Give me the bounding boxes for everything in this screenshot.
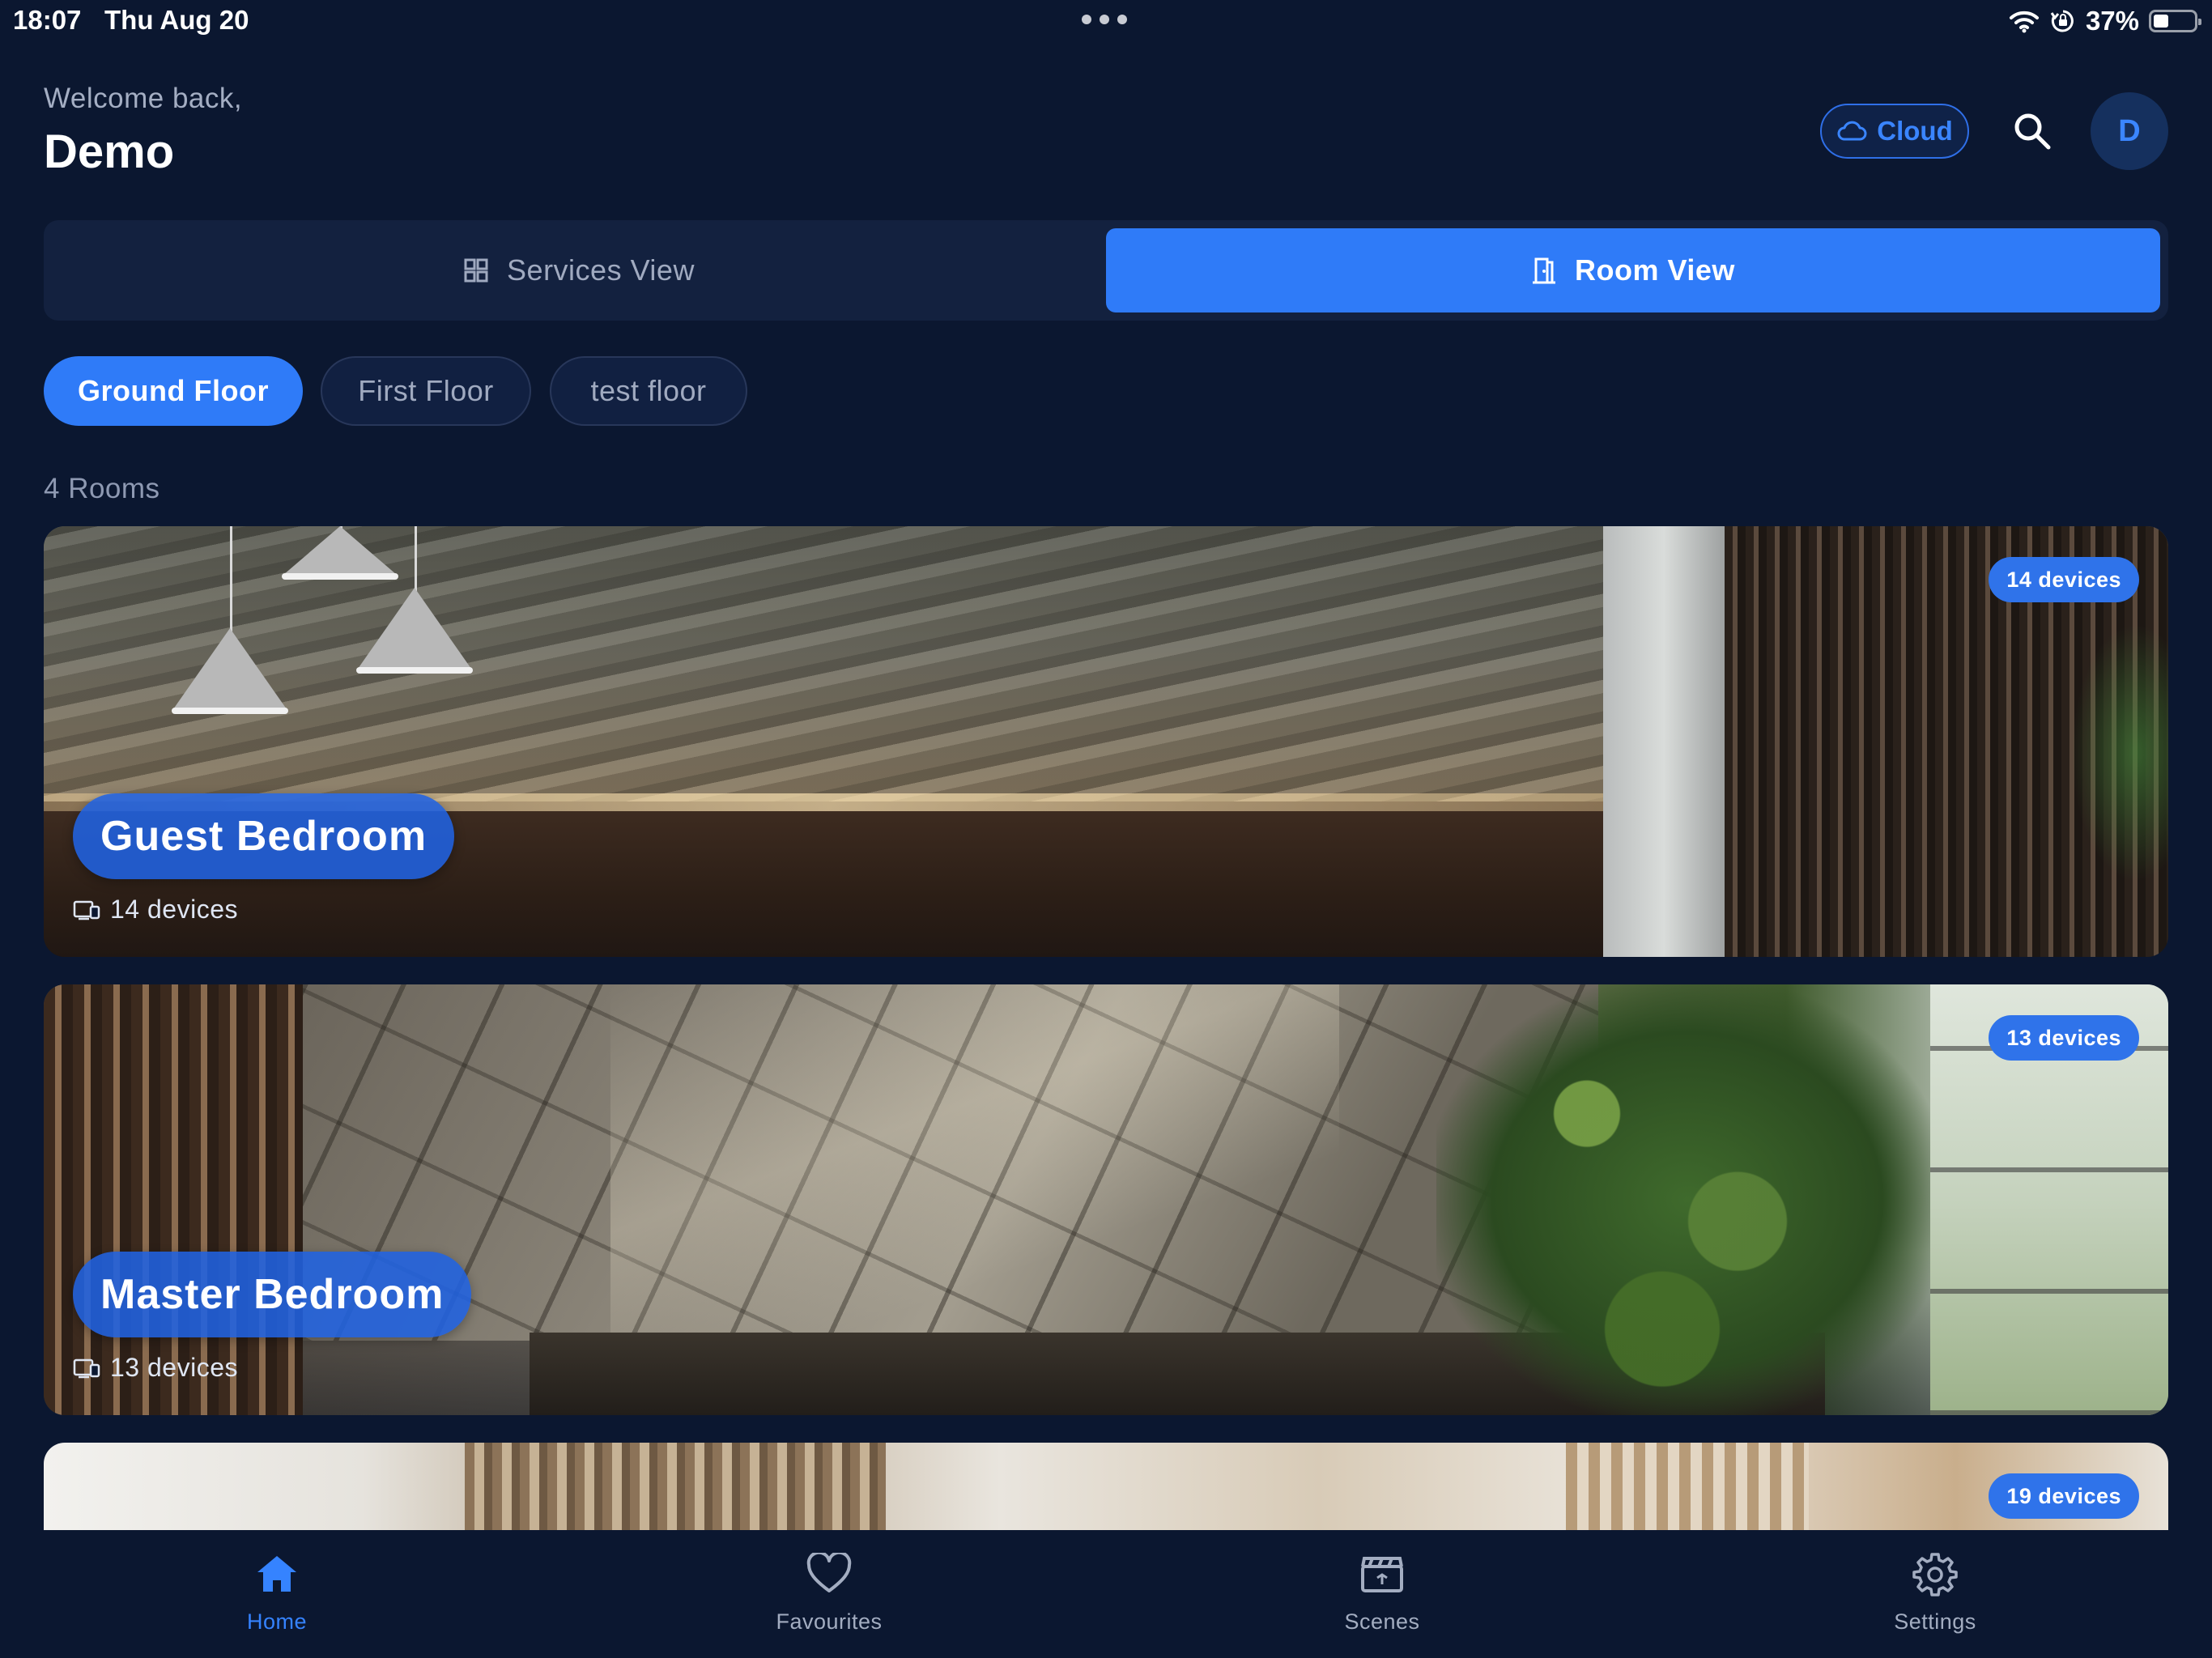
heart-icon [806, 1553, 852, 1592]
room-device-count: 13 devices [73, 1353, 238, 1383]
nav-home[interactable]: Home [180, 1550, 374, 1635]
orientation-lock-icon [2050, 10, 2074, 32]
room-name: Guest Bedroom [73, 793, 455, 879]
search-button[interactable] [2006, 105, 2058, 157]
tab-services-view[interactable]: Services View [52, 228, 1106, 312]
room-device-count: 14 devices [73, 895, 238, 925]
view-toggle: Services View Room View [44, 220, 2168, 321]
devices-icon [73, 900, 100, 920]
tab-services-label: Services View [507, 253, 695, 287]
room-image [44, 526, 2168, 957]
status-time: 18:07 [13, 5, 82, 35]
battery-icon [2149, 10, 2201, 32]
room-card-guest-bedroom[interactable]: 14 devices Guest Bedroom 14 devices [44, 526, 2168, 957]
device-count-badge: 14 devices [1989, 557, 2139, 602]
nav-settings-label: Settings [1894, 1609, 1976, 1634]
cloud-label: Cloud [1877, 116, 1953, 146]
room-card-master-bedroom[interactable]: 13 devices Master Bedroom 13 devices [44, 984, 2168, 1415]
devices-icon [73, 1358, 100, 1378]
cloud-icon [1837, 121, 1867, 141]
welcome-text: Welcome back, [44, 83, 243, 114]
search-icon [2014, 113, 2051, 150]
room-image [44, 984, 2168, 1415]
status-date: Thu Aug 20 [104, 5, 249, 35]
gear-icon [1912, 1553, 1958, 1596]
wifi-icon [2009, 11, 2039, 33]
room-name: Master Bedroom [73, 1252, 472, 1337]
battery-fill [2154, 15, 2168, 28]
device-count-badge: 13 devices [1989, 1015, 2139, 1061]
nav-favourites[interactable]: Favourites [732, 1550, 926, 1635]
nav-home-label: Home [246, 1609, 308, 1634]
nav-scenes-label: Scenes [1344, 1609, 1420, 1634]
user-avatar[interactable]: D [2091, 92, 2168, 170]
grid-icon [464, 258, 488, 283]
floor-chip-test[interactable]: test floor [550, 356, 747, 426]
room-device-count-label: 14 devices [110, 895, 238, 924]
device-count-badge: 19 devices [1989, 1473, 2139, 1519]
door-icon [1533, 257, 1556, 284]
status-right: 37% [2008, 5, 2201, 37]
room-device-count-label: 13 devices [110, 1353, 238, 1382]
bottom-nav: Home Favourites Scenes Settings [0, 1530, 2212, 1658]
home-icon [257, 1556, 296, 1592]
cloud-status-button[interactable]: Cloud [1820, 104, 1969, 159]
clapperboard-icon [1361, 1557, 1403, 1592]
user-name: Demo [44, 125, 175, 178]
battery-percent: 37% [2085, 6, 2139, 36]
rooms-count: 4 Rooms [44, 473, 160, 504]
tab-room-view[interactable]: Room View [1106, 228, 2160, 312]
tab-room-label: Room View [1575, 253, 1735, 287]
floor-chip-ground[interactable]: Ground Floor [44, 356, 303, 426]
multitasking-dots[interactable] [1082, 15, 1130, 28]
nav-settings[interactable]: Settings [1838, 1550, 2032, 1635]
status-bar: 18:07 Thu Aug 20 37% [0, 0, 2212, 44]
floor-chip-first[interactable]: First Floor [321, 356, 531, 426]
nav-scenes[interactable]: Scenes [1285, 1550, 1479, 1635]
app-screen: 18:07 Thu Aug 20 37% Welcome back, Demo … [0, 0, 2212, 1658]
nav-favourites-label: Favourites [776, 1609, 883, 1634]
